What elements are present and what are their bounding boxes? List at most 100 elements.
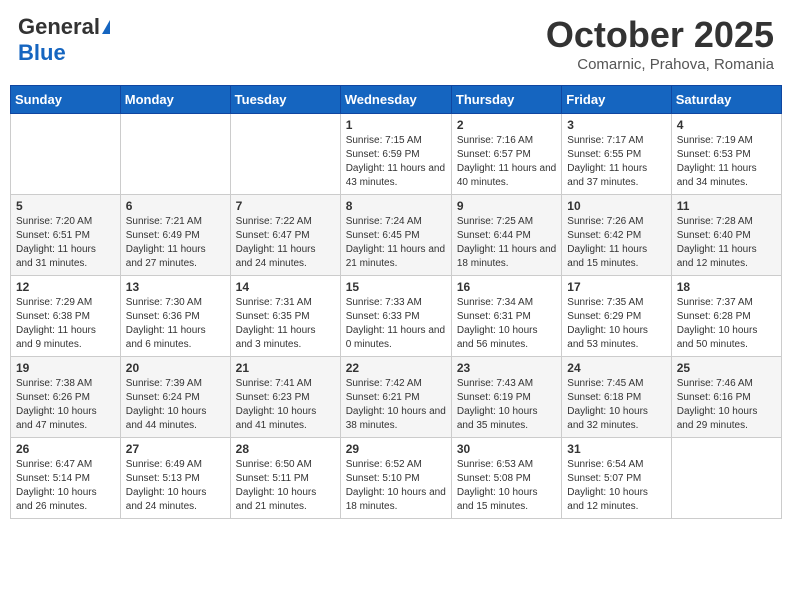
day-number: 15 [346,280,446,294]
calendar-cell: 28 Sunrise: 6:50 AM Sunset: 5:11 PM Dayli… [230,438,340,519]
calendar-cell: 22 Sunrise: 7:42 AM Sunset: 6:21 PM Dayli… [340,357,451,438]
calendar-cell [671,438,781,519]
day-number: 24 [567,361,665,375]
day-info: Sunrise: 7:17 AM Sunset: 6:55 PM Dayligh… [567,134,665,190]
month-title: October 2025 [546,14,774,56]
day-info: Sunrise: 6:50 AM Sunset: 5:11 PM Dayligh… [236,458,335,514]
day-info: Sunrise: 7:19 AM Sunset: 6:53 PM Dayligh… [677,134,776,190]
calendar-cell: 21 Sunrise: 7:41 AM Sunset: 6:23 PM Dayli… [230,357,340,438]
calendar-week-row: 19 Sunrise: 7:38 AM Sunset: 6:26 PM Dayli… [11,357,782,438]
calendar-cell: 4 Sunrise: 7:19 AM Sunset: 6:53 PM Daylig… [671,114,781,195]
day-info: Sunrise: 7:43 AM Sunset: 6:19 PM Dayligh… [457,377,556,433]
calendar-cell: 3 Sunrise: 7:17 AM Sunset: 6:55 PM Daylig… [562,114,671,195]
location-text: Comarnic, Prahova, Romania [546,56,774,73]
day-number: 18 [677,280,776,294]
day-number: 29 [346,442,446,456]
day-number: 1 [346,118,446,132]
day-info: Sunrise: 7:35 AM Sunset: 6:29 PM Dayligh… [567,296,665,352]
day-number: 8 [346,199,446,213]
weekday-header: Thursday [451,86,561,114]
logo-blue-text: Blue [18,40,66,66]
calendar-cell: 8Sunrise: 7:24 AM Sunset: 6:45 PM Daylig… [340,195,451,276]
weekday-header: Tuesday [230,86,340,114]
day-number: 11 [677,199,776,213]
day-info: Sunrise: 6:53 AM Sunset: 5:08 PM Dayligh… [457,458,556,514]
day-info: Sunrise: 6:47 AM Sunset: 5:14 PM Dayligh… [16,458,115,514]
calendar-cell: 19 Sunrise: 7:38 AM Sunset: 6:26 PM Dayli… [11,357,121,438]
calendar-cell: 10 Sunrise: 7:26 AM Sunset: 6:42 PM Dayli… [562,195,671,276]
day-number: 10 [567,199,665,213]
day-number: 28 [236,442,335,456]
day-number: 13 [126,280,225,294]
day-number: 14 [236,280,335,294]
calendar-cell: 18 Sunrise: 7:37 AM Sunset: 6:28 PM Dayli… [671,276,781,357]
calendar-cell: 20 Sunrise: 7:39 AM Sunset: 6:24 PM Dayli… [120,357,230,438]
day-info: Sunrise: 7:21 AM Sunset: 6:49 PM Dayligh… [126,215,225,271]
day-number: 30 [457,442,556,456]
day-number: 2 [457,118,556,132]
day-number: 27 [126,442,225,456]
day-info: Sunrise: 7:28 AM Sunset: 6:40 PM Dayligh… [677,215,776,271]
logo-general-text: General [18,14,100,40]
day-info: Sunrise: 7:39 AM Sunset: 6:24 PM Dayligh… [126,377,225,433]
day-info: Sunrise: 6:49 AM Sunset: 5:13 PM Dayligh… [126,458,225,514]
day-info: Sunrise: 7:31 AM Sunset: 6:35 PM Dayligh… [236,296,335,352]
calendar-cell: 31Sunrise: 6:54 AM Sunset: 5:07 PM Dayli… [562,438,671,519]
day-info: Sunrise: 7:29 AM Sunset: 6:38 PM Dayligh… [16,296,115,352]
day-info: Sunrise: 7:37 AM Sunset: 6:28 PM Dayligh… [677,296,776,352]
day-info: Sunrise: 7:41 AM Sunset: 6:23 PM Dayligh… [236,377,335,433]
day-info: Sunrise: 7:30 AM Sunset: 6:36 PM Dayligh… [126,296,225,352]
day-number: 4 [677,118,776,132]
day-number: 7 [236,199,335,213]
day-number: 22 [346,361,446,375]
day-info: Sunrise: 7:16 AM Sunset: 6:57 PM Dayligh… [457,134,556,190]
day-info: Sunrise: 7:15 AM Sunset: 6:59 PM Dayligh… [346,134,446,190]
day-number: 25 [677,361,776,375]
calendar-cell: 11 Sunrise: 7:28 AM Sunset: 6:40 PM Dayli… [671,195,781,276]
day-info: Sunrise: 7:20 AM Sunset: 6:51 PM Dayligh… [16,215,115,271]
day-number: 17 [567,280,665,294]
day-info: Sunrise: 7:34 AM Sunset: 6:31 PM Dayligh… [457,296,556,352]
day-number: 3 [567,118,665,132]
weekday-header: Saturday [671,86,781,114]
day-info: Sunrise: 7:33 AM Sunset: 6:33 PM Dayligh… [346,296,446,352]
calendar-week-row: 26 Sunrise: 6:47 AM Sunset: 5:14 PM Dayli… [11,438,782,519]
calendar-week-row: 5 Sunrise: 7:20 AM Sunset: 6:51 PM Daylig… [11,195,782,276]
day-info: Sunrise: 7:46 AM Sunset: 6:16 PM Dayligh… [677,377,776,433]
calendar-cell [230,114,340,195]
calendar-cell: 24 Sunrise: 7:45 AM Sunset: 6:18 PM Dayli… [562,357,671,438]
calendar-cell: 15 Sunrise: 7:33 AM Sunset: 6:33 PM Dayli… [340,276,451,357]
day-number: 6 [126,199,225,213]
weekday-header: Monday [120,86,230,114]
calendar-cell: 6 Sunrise: 7:21 AM Sunset: 6:49 PM Daylig… [120,195,230,276]
calendar-cell [11,114,121,195]
day-info: Sunrise: 7:26 AM Sunset: 6:42 PM Dayligh… [567,215,665,271]
calendar-cell: 25 Sunrise: 7:46 AM Sunset: 6:16 PM Dayli… [671,357,781,438]
day-number: 26 [16,442,115,456]
weekday-header: Sunday [11,86,121,114]
page-header: General Blue October 2025 Comarnic, Prah… [10,10,782,77]
day-info: Sunrise: 7:42 AM Sunset: 6:21 PM Dayligh… [346,377,446,433]
calendar-cell: 1 Sunrise: 7:15 AM Sunset: 6:59 PM Daylig… [340,114,451,195]
calendar-week-row: 12 Sunrise: 7:29 AM Sunset: 6:38 PM Dayli… [11,276,782,357]
calendar-cell [120,114,230,195]
calendar-cell: 29Sunrise: 6:52 AM Sunset: 5:10 PM Dayli… [340,438,451,519]
day-number: 5 [16,199,115,213]
calendar-cell: 12 Sunrise: 7:29 AM Sunset: 6:38 PM Dayli… [11,276,121,357]
day-number: 19 [16,361,115,375]
calendar-table: SundayMondayTuesdayWednesdayThursdayFrid… [10,85,782,519]
day-number: 21 [236,361,335,375]
title-area: October 2025 Comarnic, Prahova, Romania [546,14,774,73]
day-number: 12 [16,280,115,294]
day-info: Sunrise: 7:22 AM Sunset: 6:47 PM Dayligh… [236,215,335,271]
calendar-cell: 9Sunrise: 7:25 AM Sunset: 6:44 PM Daylig… [451,195,561,276]
calendar-cell: 16 Sunrise: 7:34 AM Sunset: 6:31 PM Dayli… [451,276,561,357]
day-number: 31 [567,442,665,456]
day-number: 16 [457,280,556,294]
day-number: 20 [126,361,225,375]
calendar-cell: 27 Sunrise: 6:49 AM Sunset: 5:13 PM Dayli… [120,438,230,519]
calendar-cell: 14 Sunrise: 7:31 AM Sunset: 6:35 PM Dayli… [230,276,340,357]
day-number: 9 [457,199,556,213]
day-info: Sunrise: 7:45 AM Sunset: 6:18 PM Dayligh… [567,377,665,433]
day-info: Sunrise: 7:38 AM Sunset: 6:26 PM Dayligh… [16,377,115,433]
